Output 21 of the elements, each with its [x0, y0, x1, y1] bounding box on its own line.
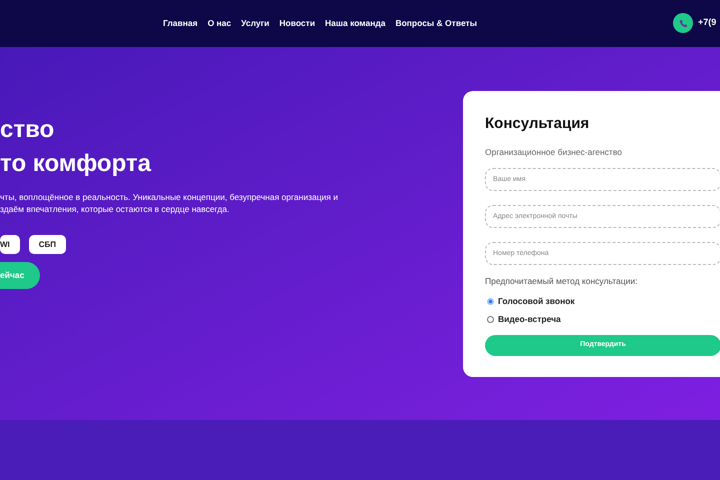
payment-chip[interactable]: СБП	[28, 235, 66, 254]
phone-icon[interactable]	[673, 13, 693, 33]
radio-label: Видео-встреча	[498, 312, 561, 326]
nav-link[interactable]: Услуги	[241, 17, 270, 30]
hero-title: ство	[0, 115, 56, 145]
radio-label: Голосовой звонок	[498, 295, 575, 308]
radio-button[interactable]	[487, 316, 494, 323]
radio-button[interactable]	[487, 298, 494, 305]
hero-title: то комфорта	[0, 149, 152, 179]
hero-text: чты, воплощённое в реальность. Уникальные концепции, безупречная организация и	[0, 191, 338, 203]
payment-chip[interactable]: WI	[0, 235, 20, 254]
phone-number[interactable]: +7(9	[698, 16, 716, 30]
method-label: Предпочитаемый метод консультации:	[485, 275, 638, 288]
hero-text: здаём впечатления, которые остаются в сердце навсегда.	[0, 203, 230, 215]
form-title: Консультация	[485, 114, 590, 134]
nav-link[interactable]: Вопросы & Ответы	[395, 17, 477, 30]
nav-link[interactable]: Новости	[279, 17, 316, 30]
form-subtitle: Организационное бизнес-агенство	[485, 146, 623, 158]
nav-link[interactable]: О нас	[208, 17, 232, 30]
nav-link[interactable]: Главная	[163, 17, 198, 30]
nav-link[interactable]: Наша команда	[325, 17, 386, 30]
